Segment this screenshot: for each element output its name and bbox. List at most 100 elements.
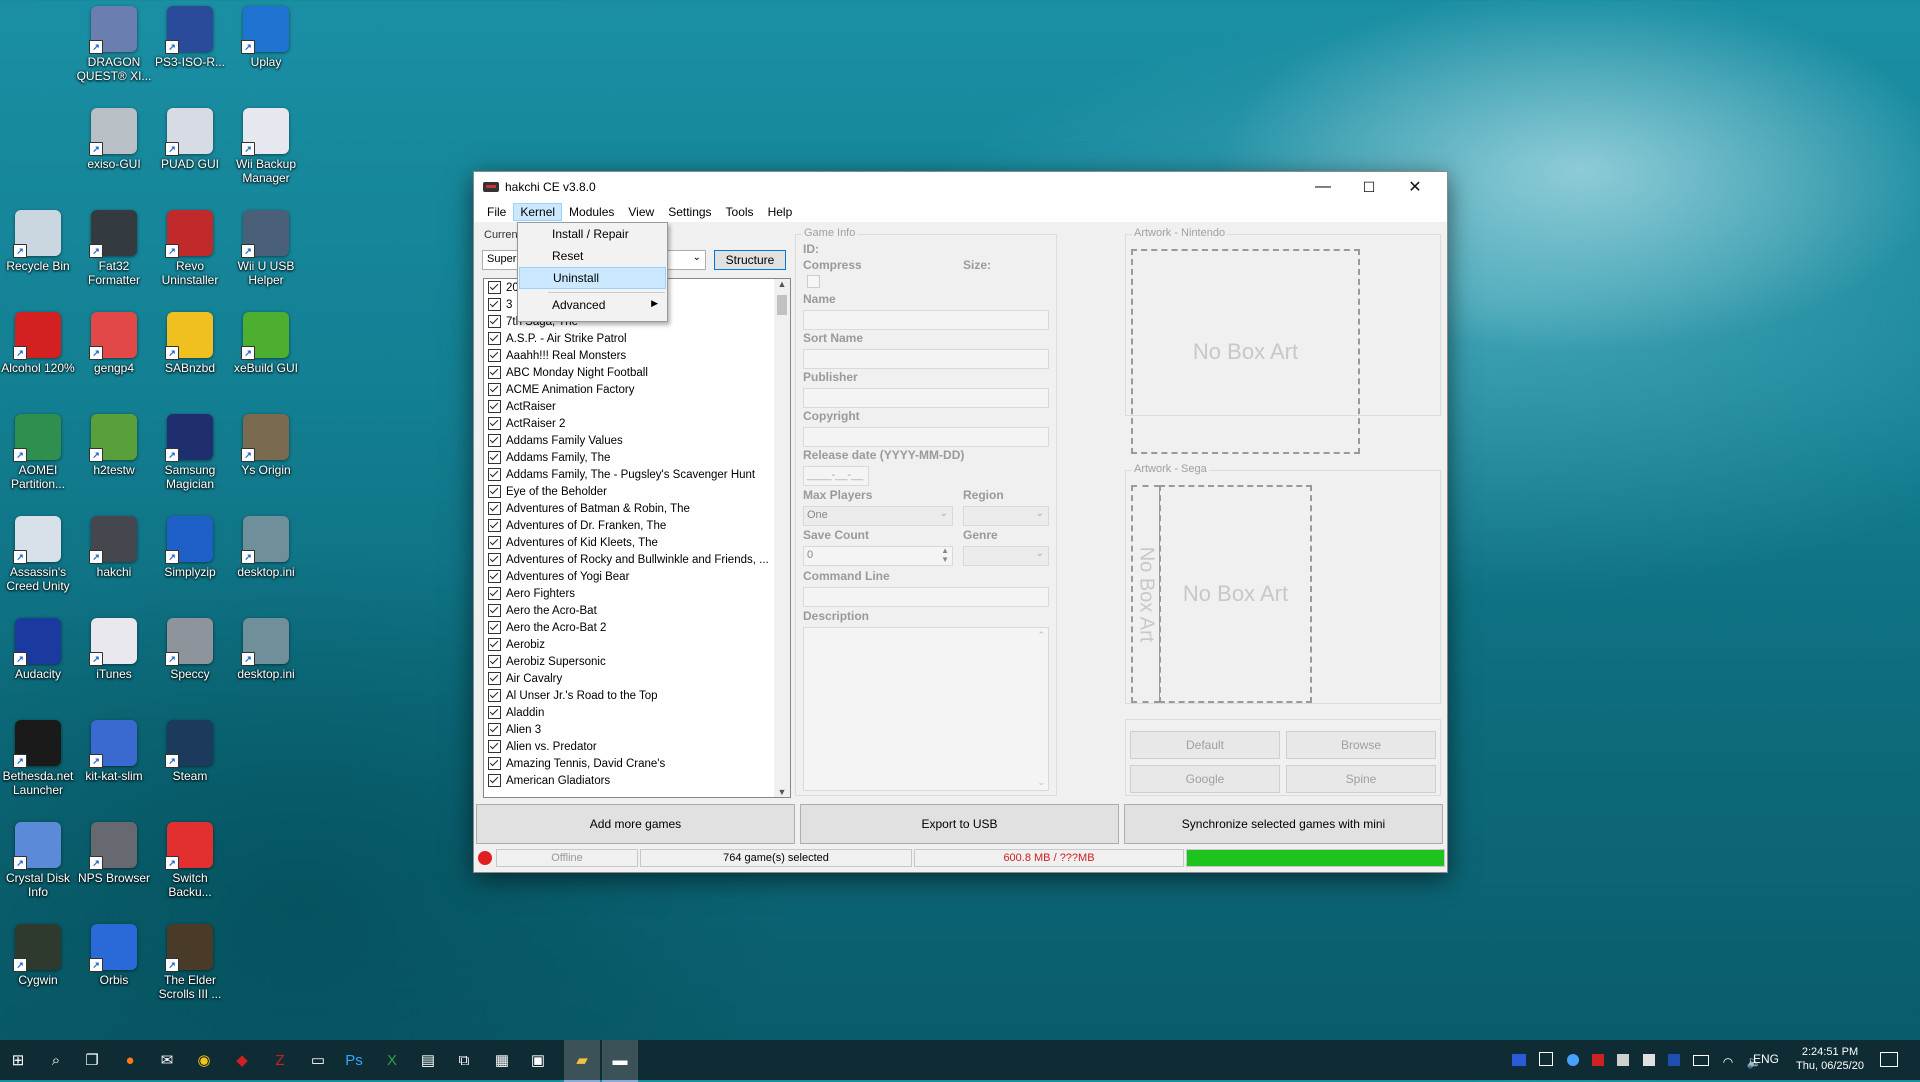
menu-modules[interactable]: Modules bbox=[562, 203, 621, 221]
game-row[interactable]: Aero the Acro-Bat 2 bbox=[484, 619, 790, 636]
battery-icon[interactable] bbox=[1693, 1055, 1710, 1066]
game-checkbox[interactable] bbox=[488, 672, 501, 685]
word-icon[interactable] bbox=[1668, 1054, 1681, 1066]
desktop-icon[interactable]: ↗ hakchi bbox=[76, 516, 152, 579]
sega-spine-art[interactable]: No Box Art bbox=[1131, 485, 1160, 703]
terminal-icon[interactable]: ▤ bbox=[416, 1048, 440, 1072]
task-view-icon[interactable]: ❐ bbox=[80, 1048, 104, 1072]
game-checkbox[interactable] bbox=[488, 689, 501, 702]
menu-settings[interactable]: Settings bbox=[661, 203, 718, 221]
photoshop-icon[interactable]: Ps bbox=[342, 1048, 366, 1072]
filezilla-icon[interactable]: Z bbox=[268, 1048, 292, 1072]
synchronize-button[interactable]: Synchronize selected games with mini bbox=[1124, 804, 1443, 844]
desktop-icon[interactable]: ↗ xeBuild GUI bbox=[228, 312, 304, 375]
game-row[interactable]: Air Cavalry bbox=[484, 670, 790, 687]
game-checkbox[interactable] bbox=[488, 757, 501, 770]
scroll-down-icon[interactable]: ▼ bbox=[774, 787, 790, 797]
copyright-field[interactable] bbox=[803, 427, 1049, 447]
game-row[interactable]: Alien vs. Predator bbox=[484, 738, 790, 755]
desktop-icon[interactable]: ↗ Switch Backu... bbox=[152, 822, 228, 899]
game-checkbox[interactable] bbox=[488, 400, 501, 413]
game-checkbox[interactable] bbox=[488, 536, 501, 549]
genre-select[interactable]: ⌄ bbox=[963, 546, 1049, 566]
game-checkbox[interactable] bbox=[488, 604, 501, 617]
game-checkbox[interactable] bbox=[488, 434, 501, 447]
search-icon[interactable]: ⌕ bbox=[44, 1048, 68, 1072]
release-date-field[interactable]: ____-__-__ bbox=[803, 466, 869, 486]
game-row[interactable]: Aladdin bbox=[484, 704, 790, 721]
game-row[interactable]: Aerobiz bbox=[484, 636, 790, 653]
add-more-games-button[interactable]: Add more games bbox=[476, 804, 795, 844]
menu-reset[interactable]: Reset bbox=[518, 245, 667, 267]
app-icon[interactable]: ◆ bbox=[230, 1048, 254, 1072]
game-row[interactable]: Adventures of Yogi Bear bbox=[484, 568, 790, 585]
desktop-icon[interactable]: ↗ PS3-ISO-R... bbox=[152, 6, 228, 69]
desktop-icon[interactable]: ↗ Crystal Disk Info bbox=[0, 822, 76, 899]
game-row[interactable]: American Gladiators bbox=[484, 772, 790, 789]
menu-tools[interactable]: Tools bbox=[719, 203, 761, 221]
desktop-icon[interactable]: ↗ iTunes bbox=[76, 618, 152, 681]
file-explorer-icon[interactable]: ▰ bbox=[564, 1040, 600, 1082]
windows-start-icon[interactable]: ⊞ bbox=[6, 1048, 30, 1072]
monitor-icon[interactable]: ▭ bbox=[306, 1048, 330, 1072]
game-checkbox[interactable] bbox=[488, 774, 501, 787]
desktop-icon[interactable]: ↗ Assassin's Creed Unity bbox=[0, 516, 76, 593]
desktop-icon[interactable]: ↗ Ys Origin bbox=[228, 414, 304, 477]
game-checkbox[interactable] bbox=[488, 519, 501, 532]
menu-advanced[interactable]: Advanced ▶ bbox=[518, 294, 667, 316]
game-checkbox[interactable] bbox=[488, 502, 501, 515]
game-row[interactable]: Alien 3 bbox=[484, 721, 790, 738]
desktop-icon[interactable]: ↗ DRAGON QUEST® XI... bbox=[76, 6, 152, 83]
save-count-stepper[interactable]: 0 ▲ ▼ bbox=[803, 546, 953, 566]
game-row[interactable]: Addams Family, The - Pugsley's Scavenger… bbox=[484, 466, 790, 483]
game-row[interactable]: Aaahh!!! Real Monsters bbox=[484, 347, 790, 364]
minimize-button[interactable]: — bbox=[1300, 172, 1346, 202]
game-checkbox[interactable] bbox=[488, 740, 501, 753]
game-checkbox[interactable] bbox=[488, 298, 501, 311]
game-row[interactable]: ActRaiser bbox=[484, 398, 790, 415]
region-select[interactable]: ⌄ bbox=[963, 506, 1049, 526]
maximize-button[interactable]: ☐ bbox=[1346, 172, 1392, 202]
desktop-icon[interactable]: ↗ desktop.ini bbox=[228, 516, 304, 579]
outlook-icon[interactable]: ✉ bbox=[155, 1048, 179, 1072]
desktop-icon[interactable]: ↗ desktop.ini bbox=[228, 618, 304, 681]
game-row[interactable]: Adventures of Rocky and Bullwinkle and F… bbox=[484, 551, 790, 568]
title-bar[interactable]: hakchi CE v3.8.0 — ☐ ✕ bbox=[474, 172, 1447, 202]
desktop-icon[interactable]: ↗ h2testw bbox=[76, 414, 152, 477]
desktop-icon[interactable]: ↗ NPS Browser bbox=[76, 822, 152, 885]
menu-help[interactable]: Help bbox=[761, 203, 800, 221]
wifi-icon[interactable]: ◠ bbox=[1723, 1055, 1733, 1069]
remote-icon[interactable]: ▣ bbox=[526, 1048, 550, 1072]
game-row[interactable]: Adventures of Dr. Franken, The bbox=[484, 517, 790, 534]
game-row[interactable]: Aero Fighters bbox=[484, 585, 790, 602]
desktop-icon[interactable]: ↗ Fat32 Formatter bbox=[76, 210, 152, 287]
game-row[interactable]: Aerobiz Supersonic bbox=[484, 653, 790, 670]
stepper-arrows-icon[interactable]: ▲ ▼ bbox=[941, 546, 949, 564]
desktop-icon[interactable]: ↗ Samsung Magician bbox=[152, 414, 228, 491]
desktop-icon[interactable]: ↗ Cygwin bbox=[0, 924, 76, 987]
game-row[interactable]: Aero the Acro-Bat bbox=[484, 602, 790, 619]
desktop-icon[interactable]: ↗ Simplyzip bbox=[152, 516, 228, 579]
game-checkbox[interactable] bbox=[488, 417, 501, 430]
tray-usb-icon[interactable] bbox=[1539, 1052, 1554, 1066]
game-checkbox[interactable] bbox=[488, 366, 501, 379]
desktop-icon[interactable]: ↗ Orbis bbox=[76, 924, 152, 987]
game-checkbox[interactable] bbox=[488, 468, 501, 481]
name-field[interactable] bbox=[803, 310, 1049, 330]
game-checkbox[interactable] bbox=[488, 485, 501, 498]
chrome-icon[interactable]: ◉ bbox=[192, 1048, 216, 1072]
desktop-icon[interactable]: ↗ Steam bbox=[152, 720, 228, 783]
command-line-field[interactable] bbox=[803, 587, 1049, 607]
desktop-icon[interactable]: ↗ PUAD GUI bbox=[152, 108, 228, 171]
game-row[interactable]: Adventures of Batman & Robin, The bbox=[484, 500, 790, 517]
desktop-icon[interactable]: ↗ Wii U USB Helper bbox=[228, 210, 304, 287]
menu-view[interactable]: View bbox=[621, 203, 661, 221]
menu-install-repair[interactable]: Install / Repair bbox=[518, 223, 667, 245]
desktop-icon[interactable]: ↗ exiso-GUI bbox=[76, 108, 152, 171]
game-checkbox[interactable] bbox=[488, 349, 501, 362]
scroll-up-icon[interactable]: ▲ bbox=[774, 279, 790, 289]
desktop-icon[interactable]: ↗ Uplay bbox=[228, 6, 304, 69]
default-art-button[interactable]: Default bbox=[1130, 731, 1280, 759]
game-checkbox[interactable] bbox=[488, 553, 501, 566]
sort-name-field[interactable] bbox=[803, 349, 1049, 369]
